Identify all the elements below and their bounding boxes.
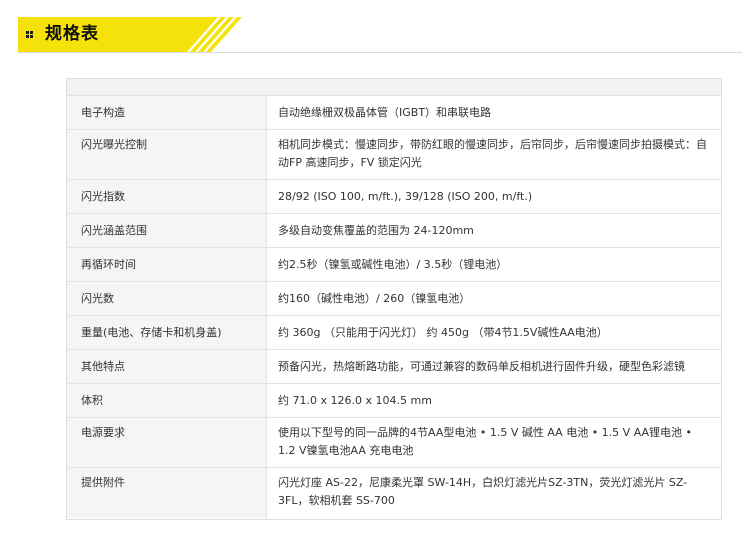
spec-label: 其他特点 xyxy=(81,360,125,373)
spec-row: 其他特点 预备闪光，热熔断路功能，可通过兼容的数码单反相机进行固件升级，硬型色彩… xyxy=(67,350,721,384)
spec-row: 提供附件 闪光灯座 AS-22，尼康柔光罩 SW-14H，白炽灯滤光片SZ-3T… xyxy=(67,468,721,518)
spec-row: 闪光指数 28/92 (ISO 100, m/ft.), 39/128 (ISO… xyxy=(67,180,721,214)
spec-value: 约160（碱性电池）/ 260（镍氢电池） xyxy=(278,292,471,305)
spec-row: 重量(电池、存储卡和机身盖) 约 360g （只能用于闪光灯） 约 450g （… xyxy=(67,316,721,350)
spec-label: 体积 xyxy=(81,394,103,407)
spec-label: 电子构造 xyxy=(81,106,125,119)
spec-table: 电子构造 自动绝缘栅双极晶体管（IGBT）和串联电路 闪光曝光控制 相机同步模式… xyxy=(66,78,722,520)
spec-row: 闪光数 约160（碱性电池）/ 260（镍氢电池） xyxy=(67,282,721,316)
spec-value: 预备闪光，热熔断路功能，可通过兼容的数码单反相机进行固件升级，硬型色彩滤镜 xyxy=(278,360,685,373)
spec-row: 体积 约 71.0 x 126.0 x 104.5 mm xyxy=(67,384,721,418)
spec-value: 闪光灯座 AS-22，尼康柔光罩 SW-14H，白炽灯滤光片SZ-3TN，荧光灯… xyxy=(278,476,688,507)
spec-label: 闪光数 xyxy=(81,292,114,305)
spec-row: 闪光曝光控制 相机同步模式：慢速同步，带防红眼的慢速同步，后帘同步，后帘慢速同步… xyxy=(67,130,721,180)
spec-value: 约2.5秒（镍氢或碱性电池）/ 3.5秒（锂电池） xyxy=(278,258,508,271)
spec-value: 使用以下型号的同一品牌的4节AA型电池 • 1.5 V 碱性 AA 电池 • 1… xyxy=(278,426,693,457)
section-header: 规格表 xyxy=(18,17,742,53)
spec-row: 电子构造 自动绝缘栅双极晶体管（IGBT）和串联电路 xyxy=(67,96,721,130)
spec-label: 提供附件 xyxy=(81,476,125,489)
spec-row: 再循环时间 约2.5秒（镍氢或碱性电池）/ 3.5秒（锂电池） xyxy=(67,248,721,282)
spec-value: 约 71.0 x 126.0 x 104.5 mm xyxy=(278,394,432,407)
section-title: 规格表 xyxy=(45,24,99,44)
spec-value: 相机同步模式：慢速同步，带防红眼的慢速同步，后帘同步，后帘慢速同步拍摄模式：自动… xyxy=(278,138,707,169)
grid-dots-icon xyxy=(26,31,34,39)
spec-table-topbar xyxy=(67,79,721,96)
spec-label: 电源要求 xyxy=(81,426,125,439)
spec-value: 多级自动变焦覆盖的范围为 24-120mm xyxy=(278,224,474,237)
spec-label: 重量(电池、存储卡和机身盖) xyxy=(81,326,222,339)
spec-value: 约 360g （只能用于闪光灯） 约 450g （带4节1.5V碱性AA电池） xyxy=(278,326,608,339)
spec-value: 28/92 (ISO 100, m/ft.), 39/128 (ISO 200,… xyxy=(278,190,533,203)
header-divider xyxy=(18,52,742,53)
spec-label: 闪光指数 xyxy=(81,190,125,203)
spec-label: 再循环时间 xyxy=(81,258,136,271)
spec-value: 自动绝缘栅双极晶体管（IGBT）和串联电路 xyxy=(278,106,492,119)
spec-row: 闪光涵盖范围 多级自动变焦覆盖的范围为 24-120mm xyxy=(67,214,721,248)
spec-label: 闪光涵盖范围 xyxy=(81,224,147,237)
spec-label: 闪光曝光控制 xyxy=(81,138,147,151)
spec-row: 电源要求 使用以下型号的同一品牌的4节AA型电池 • 1.5 V 碱性 AA 电… xyxy=(67,418,721,468)
